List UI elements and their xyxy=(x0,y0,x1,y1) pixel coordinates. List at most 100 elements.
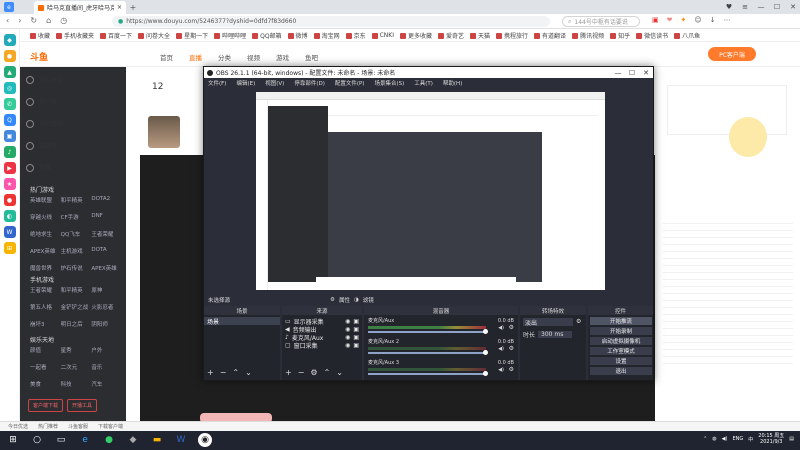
move-up-icon[interactable]: ⌃ xyxy=(232,368,239,377)
sidebar-game-link[interactable]: 王者荣耀 xyxy=(30,286,61,294)
sidebar-game-link[interactable]: 一起看 xyxy=(30,363,61,371)
sidebar-game-link[interactable]: 和平精英 xyxy=(61,196,92,204)
sidebar-button[interactable]: 开播工具 xyxy=(67,399,98,412)
dock-app-icon[interactable]: ✆ xyxy=(3,98,16,110)
dock-app-icon[interactable]: W xyxy=(3,226,16,238)
dock-app-icon[interactable]: ▶ xyxy=(3,162,16,174)
sidebar-game-link[interactable]: 原神 xyxy=(91,286,122,294)
volume-knob[interactable] xyxy=(483,329,488,334)
sidebar-game-link[interactable]: 魔兽世界 xyxy=(30,264,61,272)
bookmark-item[interactable]: 知乎 xyxy=(610,31,630,40)
sidebar-game-link[interactable]: 第五人格 xyxy=(30,303,61,311)
mixer-gear-icon[interactable]: ⚙ xyxy=(509,366,514,373)
sidebar-game-link[interactable]: 明日之后 xyxy=(61,320,92,328)
bookmark-item[interactable]: 腾讯视频 xyxy=(572,31,604,40)
puzzle-icon[interactable]: ✦ xyxy=(681,16,687,24)
remove-scene-icon[interactable]: − xyxy=(220,368,227,377)
obs-menu-item[interactable]: 文件(F) xyxy=(208,79,226,87)
eye-icon[interactable]: ◉ xyxy=(345,326,350,333)
sidebar-game-link[interactable]: 穿越火线 xyxy=(30,213,61,221)
move-down-icon[interactable]: ⌄ xyxy=(245,368,252,377)
douyu-nav-1[interactable]: 直播 xyxy=(189,52,202,62)
sidebar-game-link[interactable]: APEX英雄 xyxy=(30,247,61,255)
dock-app-icon[interactable]: Q xyxy=(3,114,16,126)
dock-app-icon[interactable]: ⊞ xyxy=(3,242,16,254)
bookmark-item[interactable]: 京东 xyxy=(345,31,366,40)
sidebar-game-link[interactable]: DNF xyxy=(91,213,122,221)
transition-settings-icon[interactable]: ⚙ xyxy=(576,318,581,325)
control-button-0[interactable]: 开始推流 xyxy=(590,317,652,325)
dock-app-icon[interactable]: ♪ xyxy=(3,146,16,158)
dock-app-icon[interactable]: ● xyxy=(3,50,16,62)
bookmark-item[interactable]: 淘宝网 xyxy=(313,31,340,40)
wechat-icon[interactable]: ● xyxy=(102,433,116,447)
sidebar-item[interactable]: 我的关注 xyxy=(26,75,63,84)
more-icon[interactable]: ⋯ xyxy=(724,16,731,24)
mixer-gear-icon[interactable]: ⚙ xyxy=(509,324,514,331)
obs-taskbar-icon[interactable]: ◉ xyxy=(198,433,212,447)
browser-menu-icon[interactable]: ≡ xyxy=(738,0,752,14)
bookmark-item[interactable]: 微博 xyxy=(287,31,308,40)
search-icon[interactable]: ○ xyxy=(30,433,44,447)
lock-icon[interactable]: ▣ xyxy=(353,334,359,341)
filters-button[interactable]: 滤镜 xyxy=(363,296,374,304)
refresh-icon[interactable]: ↻ xyxy=(30,16,37,25)
bookmark-item[interactable]: 手机收藏夹 xyxy=(56,31,94,40)
control-button-5[interactable]: 退出 xyxy=(590,367,652,375)
douyu-nav-0[interactable]: 首页 xyxy=(160,52,173,62)
lock-icon[interactable]: ▣ xyxy=(353,326,359,333)
sidebar-item[interactable]: 视频推荐 xyxy=(26,119,63,128)
control-button-2[interactable]: 启动虚拟摄像机 xyxy=(590,337,652,345)
status-item[interactable]: 下载客户端 xyxy=(98,423,123,430)
bookmark-item[interactable]: CNKI xyxy=(371,32,394,39)
dock-app-icon[interactable]: ◆ xyxy=(3,34,16,46)
lock-icon[interactable]: ▣ xyxy=(353,342,359,349)
obs-close-icon[interactable]: ✕ xyxy=(639,67,653,78)
speaker-icon[interactable]: ◀) xyxy=(498,367,504,373)
sidebar-game-link[interactable]: 二次元 xyxy=(61,363,92,371)
eye-icon[interactable]: ◉ xyxy=(345,334,350,341)
obs-maximize-icon[interactable]: ☐ xyxy=(625,67,639,78)
bookmark-item[interactable]: 收藏 xyxy=(30,31,50,40)
bookmark-item[interactable]: 携程旅行 xyxy=(496,31,528,40)
eye-icon[interactable]: ◉ xyxy=(345,318,350,325)
sidebar-game-link[interactable]: 户外 xyxy=(91,346,122,354)
extension-icon[interactable]: ▣ xyxy=(652,16,659,24)
sidebar-game-link[interactable]: 音乐 xyxy=(91,363,122,371)
status-item[interactable]: 斗鱼客服 xyxy=(68,423,88,430)
move-down-icon[interactable]: ⌄ xyxy=(336,368,343,377)
source-settings-icon[interactable]: ⚙ xyxy=(310,368,317,377)
streamer-avatar[interactable] xyxy=(148,116,180,148)
windows-start-icon[interactable]: ⊞ xyxy=(6,433,20,447)
home-icon[interactable]: ⌂ xyxy=(46,16,51,25)
sidebar-game-link[interactable]: 汽车 xyxy=(91,380,122,388)
bookmark-item[interactable]: 哔哩哔哩 xyxy=(214,31,246,40)
volume-knob[interactable] xyxy=(483,350,488,355)
obs-menu-item[interactable]: 编辑(E) xyxy=(236,79,255,87)
status-item[interactable]: 今日优选 xyxy=(8,423,28,430)
sidebar-game-link[interactable]: 颜值 xyxy=(30,346,61,354)
notification-icon[interactable]: ▤ xyxy=(789,436,794,442)
sidebar-game-link[interactable]: 英雄联盟 xyxy=(30,196,61,204)
bookmark-item[interactable]: 天猫 xyxy=(470,31,490,40)
clock[interactable]: 20:15 周五 2021/9/3 xyxy=(758,433,784,445)
volume-knob[interactable] xyxy=(483,371,488,376)
mixer-gear-icon[interactable]: ⚙ xyxy=(509,345,514,352)
speaker-icon[interactable]: ◀) xyxy=(498,325,504,331)
sidebar-game-link[interactable]: QQ飞车 xyxy=(61,230,92,238)
add-scene-icon[interactable]: + xyxy=(207,368,214,377)
sidebar-game-link[interactable]: DOTA xyxy=(91,247,122,255)
volume-slider[interactable] xyxy=(368,329,488,334)
back-icon[interactable]: ‹ xyxy=(6,16,9,25)
bookmark-item[interactable]: 星期一下 xyxy=(176,31,208,40)
volume-icon[interactable]: ◀) xyxy=(722,436,728,442)
download-icon[interactable]: ↓ xyxy=(710,16,716,24)
sidebar-item[interactable]: 赛事 xyxy=(26,163,51,172)
filters-icon[interactable]: ◑ xyxy=(354,297,359,303)
sidebar-game-link[interactable]: APEX英雄 xyxy=(91,264,122,272)
url-field[interactable]: ● https://www.douyu.com/5246377?dyshid=0… xyxy=(112,16,550,27)
history-icon[interactable]: ◷ xyxy=(60,16,67,25)
obs-menu-item[interactable]: 场景集合(S) xyxy=(374,79,404,87)
volume-slider[interactable] xyxy=(368,350,488,355)
pc-client-button[interactable]: PC客户端 xyxy=(708,47,756,61)
